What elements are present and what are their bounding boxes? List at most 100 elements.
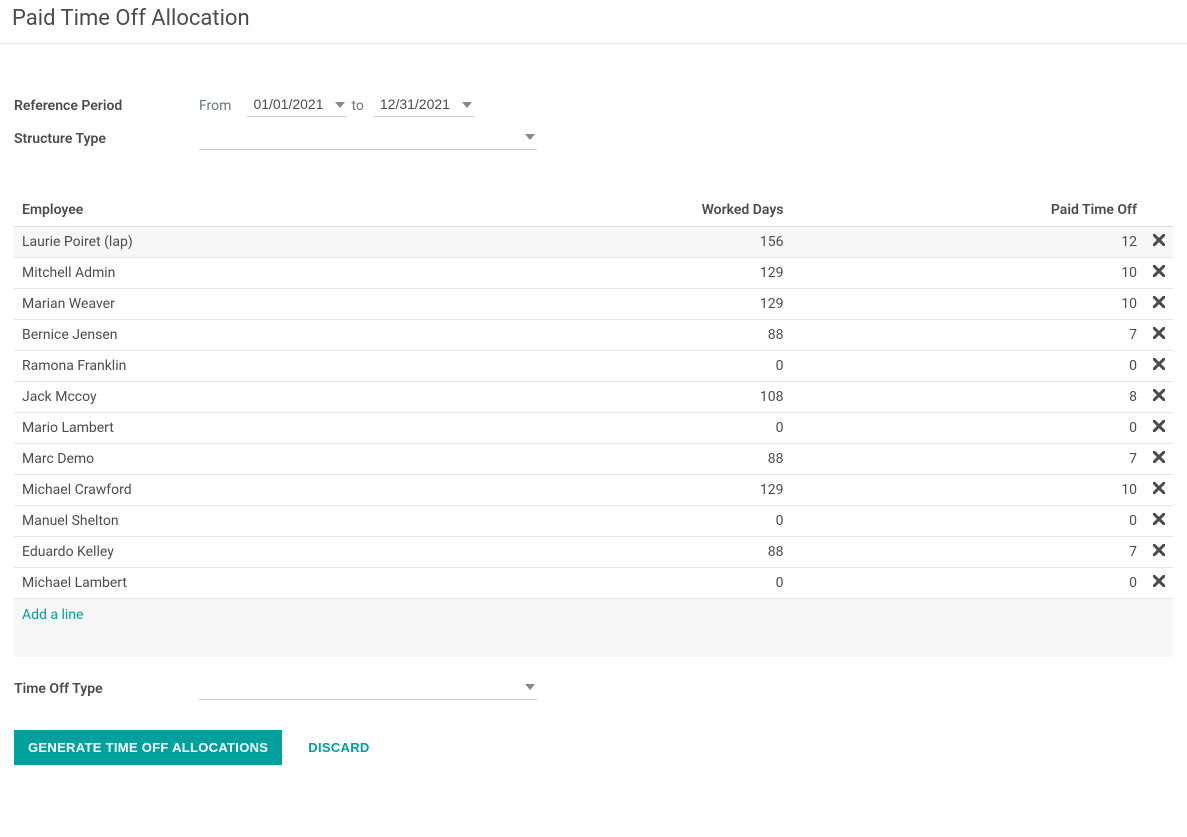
cell-employee[interactable]: Jack Mccoy (14, 382, 453, 413)
generate-button[interactable]: Generate Time Off Allocations (14, 730, 282, 765)
cell-pto[interactable]: 0 (791, 506, 1145, 537)
cell-worked-days[interactable]: 129 (453, 258, 792, 289)
reference-period-label: Reference Period (14, 98, 199, 114)
add-line-row: Add a line (14, 599, 1173, 658)
cell-delete (1145, 506, 1173, 537)
table-row[interactable]: Eduardo Kelley887 (14, 537, 1173, 568)
reference-period-row: Reference Period From to (14, 94, 1173, 117)
cell-worked-days[interactable]: 108 (453, 382, 792, 413)
cell-worked-days[interactable]: 0 (453, 351, 792, 382)
cell-pto[interactable]: 7 (791, 444, 1145, 475)
cell-employee[interactable]: Laurie Poiret (lap) (14, 227, 453, 258)
footer-area: Time Off Type Generate Time Off Allocati… (0, 657, 1187, 779)
cell-pto[interactable]: 8 (791, 382, 1145, 413)
table-row[interactable]: Marc Demo887 (14, 444, 1173, 475)
cell-employee[interactable]: Marian Weaver (14, 289, 453, 320)
cell-employee[interactable]: Michael Lambert (14, 568, 453, 599)
close-icon[interactable] (1153, 389, 1165, 401)
cell-delete (1145, 351, 1173, 382)
cell-employee[interactable]: Manuel Shelton (14, 506, 453, 537)
cell-worked-days[interactable]: 88 (453, 537, 792, 568)
close-icon[interactable] (1153, 513, 1165, 525)
col-delete (1145, 194, 1173, 227)
date-to-input[interactable] (374, 94, 474, 117)
cell-worked-days[interactable]: 156 (453, 227, 792, 258)
table-row[interactable]: Michael Crawford12910 (14, 475, 1173, 506)
cell-pto[interactable]: 0 (791, 568, 1145, 599)
cell-employee[interactable]: Eduardo Kelley (14, 537, 453, 568)
structure-type-select[interactable] (199, 127, 537, 149)
cell-delete (1145, 320, 1173, 351)
cell-delete (1145, 413, 1173, 444)
table-row[interactable]: Marian Weaver12910 (14, 289, 1173, 320)
cell-pto[interactable]: 7 (791, 537, 1145, 568)
col-employee[interactable]: Employee (14, 194, 453, 227)
cell-worked-days[interactable]: 88 (453, 444, 792, 475)
cell-pto[interactable]: 7 (791, 320, 1145, 351)
close-icon[interactable] (1153, 234, 1165, 246)
table-row[interactable]: Mario Lambert00 (14, 413, 1173, 444)
discard-button[interactable]: Discard (302, 739, 375, 756)
cell-delete (1145, 537, 1173, 568)
close-icon[interactable] (1153, 358, 1165, 370)
cell-employee[interactable]: Bernice Jensen (14, 320, 453, 351)
table-header-row: Employee Worked Days Paid Time Off (14, 194, 1173, 227)
table-row[interactable]: Manuel Shelton00 (14, 506, 1173, 537)
cell-delete (1145, 444, 1173, 475)
time-off-type-row: Time Off Type (14, 677, 1173, 700)
cell-pto[interactable]: 10 (791, 289, 1145, 320)
cell-worked-days[interactable]: 0 (453, 413, 792, 444)
form-area: Reference Period From to S (0, 44, 1187, 170)
cell-employee[interactable]: Michael Crawford (14, 475, 453, 506)
cell-worked-days[interactable]: 129 (453, 475, 792, 506)
button-row: Generate Time Off Allocations Discard (14, 730, 1173, 765)
table-row[interactable]: Laurie Poiret (lap)15612 (14, 227, 1173, 258)
cell-pto[interactable]: 10 (791, 258, 1145, 289)
cell-pto[interactable]: 10 (791, 475, 1145, 506)
cell-pto[interactable]: 0 (791, 351, 1145, 382)
table-row[interactable]: Mitchell Admin12910 (14, 258, 1173, 289)
cell-pto[interactable]: 12 (791, 227, 1145, 258)
employee-table: Employee Worked Days Paid Time Off Lauri… (14, 194, 1173, 657)
cell-worked-days[interactable]: 0 (453, 506, 792, 537)
table-row[interactable]: Ramona Franklin00 (14, 351, 1173, 382)
close-icon[interactable] (1153, 575, 1165, 587)
cell-delete (1145, 289, 1173, 320)
cell-employee[interactable]: Ramona Franklin (14, 351, 453, 382)
to-label: to (351, 98, 363, 114)
date-from-input[interactable] (247, 94, 347, 117)
col-pto[interactable]: Paid Time Off (791, 194, 1145, 227)
cell-employee[interactable]: Mitchell Admin (14, 258, 453, 289)
structure-type-row: Structure Type (14, 127, 1173, 150)
col-worked-days[interactable]: Worked Days (453, 194, 792, 227)
close-icon[interactable] (1153, 544, 1165, 556)
structure-type-label: Structure Type (14, 131, 199, 147)
cell-employee[interactable]: Marc Demo (14, 444, 453, 475)
cell-delete (1145, 258, 1173, 289)
time-off-type-label: Time Off Type (14, 681, 199, 697)
add-line-link[interactable]: Add a line (22, 607, 83, 623)
cell-delete (1145, 568, 1173, 599)
cell-worked-days[interactable]: 0 (453, 568, 792, 599)
cell-delete (1145, 227, 1173, 258)
close-icon[interactable] (1153, 451, 1165, 463)
cell-pto[interactable]: 0 (791, 413, 1145, 444)
table-row[interactable]: Jack Mccoy1088 (14, 382, 1173, 413)
cell-employee[interactable]: Mario Lambert (14, 413, 453, 444)
from-label: From (199, 98, 231, 114)
cell-worked-days[interactable]: 88 (453, 320, 792, 351)
cell-worked-days[interactable]: 129 (453, 289, 792, 320)
close-icon[interactable] (1153, 482, 1165, 494)
table-row[interactable]: Bernice Jensen887 (14, 320, 1173, 351)
reference-period-fields: From to (199, 94, 474, 117)
close-icon[interactable] (1153, 296, 1165, 308)
page-title: Paid Time Off Allocation (0, 0, 1187, 44)
close-icon[interactable] (1153, 420, 1165, 432)
cell-delete (1145, 475, 1173, 506)
time-off-type-select[interactable] (199, 677, 537, 699)
close-icon[interactable] (1153, 265, 1165, 277)
cell-delete (1145, 382, 1173, 413)
table-row[interactable]: Michael Lambert00 (14, 568, 1173, 599)
close-icon[interactable] (1153, 327, 1165, 339)
employee-table-area: Employee Worked Days Paid Time Off Lauri… (0, 194, 1187, 657)
